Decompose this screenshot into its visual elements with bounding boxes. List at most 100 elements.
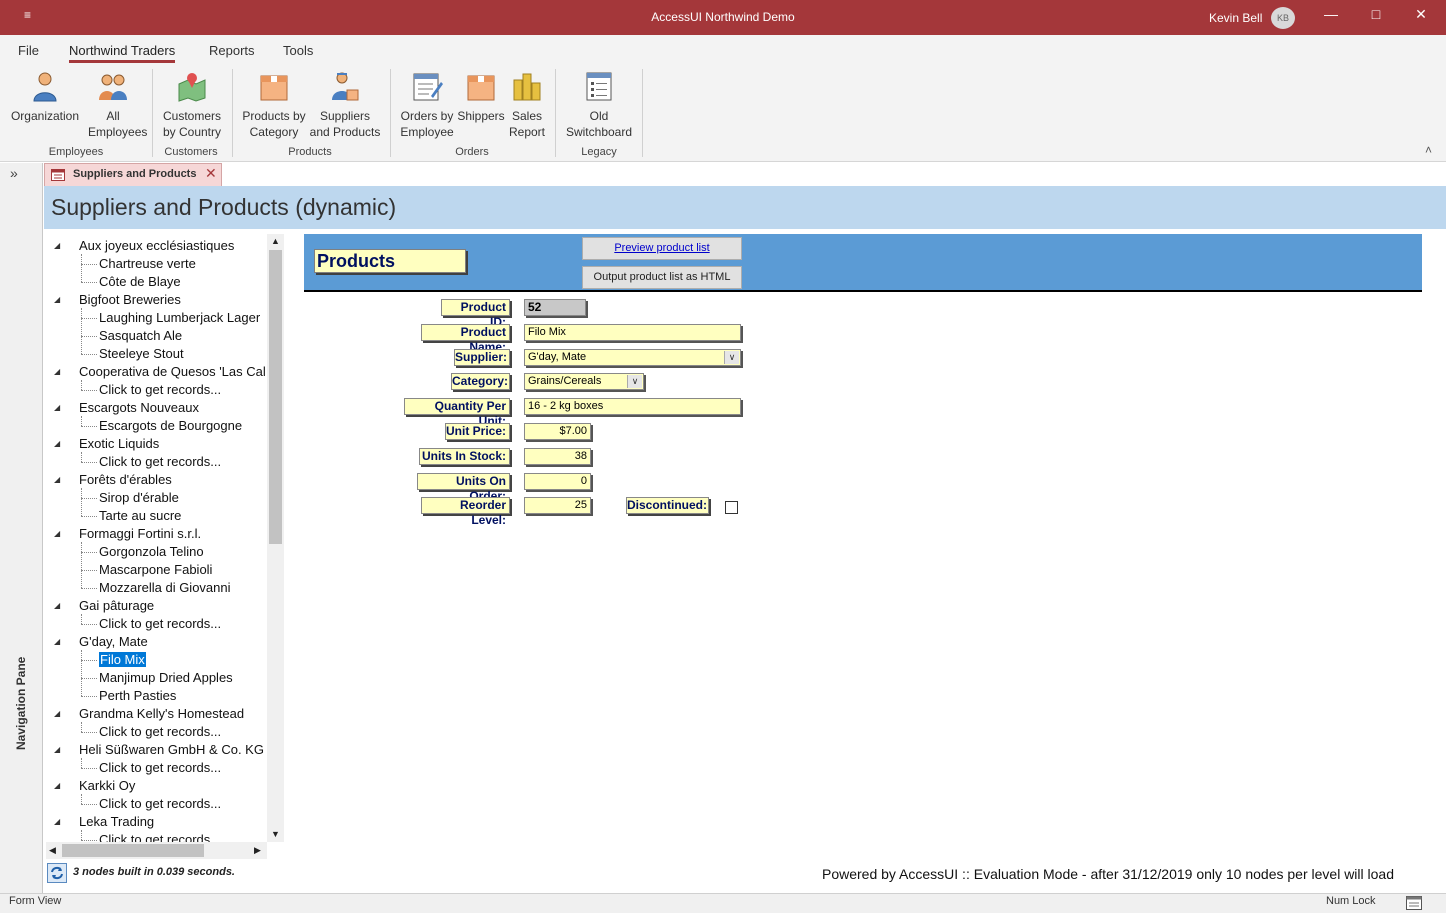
tree-node-supplier[interactable]: G'day, Mate	[79, 633, 148, 651]
form-icon	[51, 169, 65, 181]
scroll-right-icon[interactable]: ▶	[254, 845, 261, 856]
tree-node-product[interactable]: Click to get records...	[99, 759, 221, 777]
tree-node-product[interactable]: Escargots de Bourgogne	[99, 417, 242, 435]
expand-nav-pane-icon[interactable]: »	[10, 165, 18, 181]
minimize-button[interactable]: —	[1316, 6, 1346, 22]
quantity-per-unit-field[interactable]: 16 - 2 kg boxes	[524, 398, 741, 415]
preview-product-list-button[interactable]: Preview product list	[582, 237, 742, 260]
supplier-select[interactable]: G'day, Mate ∨	[524, 349, 741, 366]
tree-horizontal-scrollbar[interactable]: ◀ ▶	[46, 842, 267, 859]
close-window-button[interactable]: ✕	[1406, 6, 1436, 23]
chevron-down-icon[interactable]: ∨	[627, 375, 642, 388]
tree-node-product[interactable]: Chartreuse verte	[99, 255, 196, 273]
tree-node-supplier[interactable]: Gai pâturage	[79, 597, 154, 615]
units-on-order-field[interactable]: 0	[524, 473, 591, 490]
tree-node-supplier[interactable]: Cooperativa de Quesos 'Las Cal	[79, 363, 266, 381]
expand-toggle-icon[interactable]: ◢	[54, 475, 60, 484]
tree-node-product[interactable]: Sirop d'érable	[99, 489, 179, 507]
tab-suppliers-and-products[interactable]: Suppliers and Products ✕	[44, 163, 222, 186]
tab-tools[interactable]: Tools	[283, 43, 313, 58]
suppliers-and-products-button[interactable]: Suppliers and Products	[308, 70, 382, 140]
expand-toggle-icon[interactable]: ◢	[54, 439, 60, 448]
products-by-category-button[interactable]: Products by Category	[238, 70, 310, 140]
tree-vertical-scrollbar[interactable]: ▲ ▼	[267, 234, 284, 842]
scroll-thumb[interactable]	[269, 250, 282, 544]
refresh-icon[interactable]	[47, 863, 67, 883]
tree-node-product[interactable]: Filo Mix	[99, 651, 146, 669]
tree-node-product[interactable]: Perth Pasties	[99, 687, 176, 705]
tree-node-product[interactable]: Côte de Blaye	[99, 273, 181, 291]
tree-node-product[interactable]: Tarte au sucre	[99, 507, 181, 525]
tree-node-product[interactable]: Click to get records...	[99, 453, 221, 471]
reorder-level-label: Reorder Level:	[421, 497, 510, 527]
product-name-field[interactable]: Filo Mix	[524, 324, 741, 341]
output-html-button[interactable]: Output product list as HTML	[582, 266, 742, 289]
avatar[interactable]: KB	[1271, 7, 1295, 29]
all-employees-button[interactable]: All Employees	[88, 70, 147, 140]
tab-reports[interactable]: Reports	[209, 43, 255, 58]
user-name[interactable]: Kevin Bell	[1209, 11, 1262, 25]
sales-report-button[interactable]: Sales Report	[506, 70, 548, 140]
scroll-left-icon[interactable]: ◀	[49, 845, 56, 856]
expand-toggle-icon[interactable]: ◢	[54, 295, 60, 304]
discontinued-checkbox[interactable]	[725, 501, 738, 514]
tree-node-supplier[interactable]: Forêts d'érables	[79, 471, 172, 489]
orders-by-employee-button[interactable]: Orders by Employee	[398, 70, 456, 140]
orders-by-employee-label-2: Employee	[400, 125, 454, 139]
expand-toggle-icon[interactable]: ◢	[54, 601, 60, 610]
tree-node-product[interactable]: Laughing Lumberjack Lager	[99, 309, 260, 327]
tree-node-product[interactable]: Click to get records...	[99, 381, 221, 399]
tree-node-product[interactable]: Mozzarella di Giovanni	[99, 579, 231, 597]
supplier-product-tree[interactable]: ◢ Aux joyeux ecclésiastiques Chartreuse ve…	[46, 234, 284, 842]
tree-node-product[interactable]: Click to get records...	[99, 831, 221, 842]
expand-toggle-icon[interactable]: ◢	[54, 745, 60, 754]
expand-toggle-icon[interactable]: ◢	[54, 367, 60, 376]
scroll-up-icon[interactable]: ▲	[271, 236, 280, 246]
tab-northwind-traders[interactable]: Northwind Traders	[69, 43, 176, 63]
expand-toggle-icon[interactable]: ◢	[54, 637, 60, 646]
tree-node-product[interactable]: Mascarpone Fabioli	[99, 561, 212, 579]
tree-node-supplier[interactable]: Aux joyeux ecclésiastiques	[79, 237, 234, 255]
tree-node-product[interactable]: Click to get records...	[99, 723, 221, 741]
tree-node-supplier[interactable]: Leka Trading	[79, 813, 154, 831]
form-view-icon[interactable]	[1406, 896, 1422, 910]
tree-node-supplier[interactable]: Formaggi Fortini s.r.l.	[79, 525, 201, 543]
tree-node-label: Click to get records...	[99, 454, 222, 469]
scroll-down-icon[interactable]: ▼	[271, 829, 280, 839]
tree-node-product[interactable]: Steeleye Stout	[99, 345, 184, 363]
navigation-pane[interactable]: » Navigation Pane	[0, 163, 43, 893]
expand-toggle-icon[interactable]: ◢	[54, 529, 60, 538]
tree-node-product[interactable]: Sasquatch Ale	[99, 327, 182, 345]
tree-node-supplier[interactable]: Grandma Kelly's Homestead	[79, 705, 244, 723]
collapse-ribbon-icon[interactable]: ˄	[1425, 143, 1432, 157]
tab-file[interactable]: File	[18, 43, 39, 58]
shippers-button[interactable]: Shippers	[456, 70, 506, 124]
chevron-down-icon[interactable]: ∨	[724, 351, 739, 364]
h-scroll-thumb[interactable]	[62, 844, 204, 857]
customers-by-country-button[interactable]: Customers by Country	[160, 70, 224, 140]
organization-button[interactable]: Organization	[8, 70, 82, 124]
expand-toggle-icon[interactable]: ◢	[54, 817, 60, 826]
unit-price-field[interactable]: $7.00	[524, 423, 591, 440]
expand-toggle-icon[interactable]: ◢	[54, 403, 60, 412]
tree-node-product[interactable]: Manjimup Dried Apples	[99, 669, 233, 687]
tree-node-supplier[interactable]: Karkki Oy	[79, 777, 135, 795]
tree-node-product[interactable]: Click to get records...	[99, 795, 221, 813]
tree-node-supplier[interactable]: Exotic Liquids	[79, 435, 159, 453]
tree-node-product[interactable]: Click to get records...	[99, 615, 221, 633]
tree-node-supplier[interactable]: Heli Süßwaren GmbH & Co. KG	[79, 741, 264, 759]
category-select[interactable]: Grains/Cereals ∨	[524, 373, 644, 390]
expand-toggle-icon[interactable]: ◢	[54, 709, 60, 718]
tree-node-supplier[interactable]: Bigfoot Breweries	[79, 291, 181, 309]
tree-node-supplier[interactable]: Escargots Nouveaux	[79, 399, 199, 417]
expand-toggle-icon[interactable]: ◢	[54, 781, 60, 790]
maximize-button[interactable]: □	[1361, 6, 1391, 22]
old-switchboard-button[interactable]: Old Switchboard	[562, 70, 636, 140]
quantity-per-unit-label: Quantity Per Unit:	[404, 398, 510, 428]
tree-node-product[interactable]: Gorgonzola Telino	[99, 543, 204, 561]
group-label-products: Products	[288, 146, 332, 158]
reorder-level-field[interactable]: 25	[524, 497, 591, 514]
units-in-stock-field[interactable]: 38	[524, 448, 591, 465]
close-tab-icon[interactable]: ✕	[205, 165, 217, 182]
expand-toggle-icon[interactable]: ◢	[54, 241, 60, 250]
